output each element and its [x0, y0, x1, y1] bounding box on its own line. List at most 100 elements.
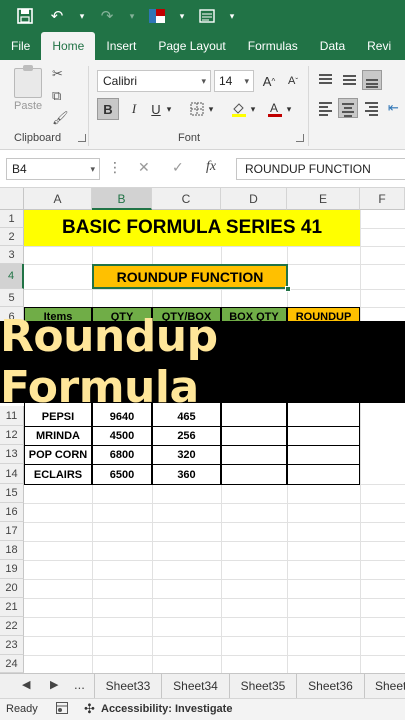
row-header-2[interactable]: 2: [0, 228, 24, 246]
borders-dropdown-icon[interactable]: ▾: [206, 98, 216, 120]
copy-icon[interactable]: ⧉: [52, 88, 61, 104]
tab-data[interactable]: Data: [309, 32, 356, 60]
cancel-icon[interactable]: ✕: [138, 159, 150, 176]
name-box[interactable]: B4 ▾: [6, 158, 100, 180]
column-header-f[interactable]: F: [360, 188, 405, 210]
row-header-17[interactable]: 17: [0, 522, 24, 541]
row-header-12[interactable]: 12: [0, 426, 24, 445]
sheet-title[interactable]: BASIC FORMULA SERIES 41: [24, 210, 360, 246]
row-header-1[interactable]: 1: [0, 210, 24, 228]
table-cell-item[interactable]: MRINDA: [24, 426, 92, 446]
row-header-13[interactable]: 13: [0, 445, 24, 464]
formula-bar-options-icon[interactable]: ⋮: [108, 159, 122, 176]
column-header-b[interactable]: B: [92, 188, 152, 210]
row-header-24[interactable]: 24: [0, 655, 24, 673]
align-top-icon[interactable]: [316, 70, 336, 90]
table-cell-item[interactable]: ECLAIRS: [24, 464, 92, 485]
more-sheets-button[interactable]: ...: [74, 677, 85, 692]
row-header-18[interactable]: 18: [0, 541, 24, 560]
table-cell-qty[interactable]: 4500: [92, 426, 152, 446]
formula-input[interactable]: ROUNDUP FUNCTION: [236, 158, 405, 180]
redo-icon[interactable]: ↷: [96, 5, 118, 27]
macro-record-icon[interactable]: [56, 702, 68, 717]
row-header-5[interactable]: 5: [0, 289, 24, 307]
table-cell-item[interactable]: POP CORN: [24, 445, 92, 465]
fill-color-dropdown-icon[interactable]: ▾: [248, 98, 258, 120]
table-cell-box-qty[interactable]: [221, 426, 287, 446]
sheet-tab[interactable]: Sheet33: [94, 674, 161, 699]
italic-button[interactable]: I: [123, 98, 145, 120]
fill-color-icon[interactable]: [228, 98, 250, 120]
select-all-corner[interactable]: [0, 188, 24, 210]
insert-function-icon[interactable]: fx: [206, 159, 216, 175]
selected-cell-b4[interactable]: ROUNDUP FUNCTION: [92, 264, 288, 289]
align-middle-icon[interactable]: [340, 70, 360, 90]
tab-page-layout[interactable]: Page Layout: [147, 32, 236, 60]
paste-icon[interactable]: [14, 65, 42, 98]
underline-dropdown-icon[interactable]: ▾: [164, 98, 174, 120]
font-color-icon[interactable]: A: [264, 98, 286, 120]
color-palette-icon[interactable]: [146, 5, 168, 27]
row-header-3[interactable]: 3: [0, 246, 24, 264]
tab-insert[interactable]: Insert: [95, 32, 147, 60]
row-header-21[interactable]: 21: [0, 598, 24, 617]
column-header-e[interactable]: E: [287, 188, 360, 210]
form-icon[interactable]: [196, 5, 218, 27]
borders-icon[interactable]: [186, 98, 208, 120]
font-color-dropdown-icon[interactable]: ▾: [284, 98, 294, 120]
format-painter-icon[interactable]: 🖌: [52, 110, 69, 126]
decrease-font-size-icon[interactable]: Aˇ: [282, 70, 304, 92]
column-header-a[interactable]: A: [24, 188, 92, 210]
table-cell-qty-box[interactable]: 256: [152, 426, 221, 446]
undo-icon[interactable]: ↶: [46, 5, 68, 27]
font-family-select[interactable]: Calibri ▾: [97, 70, 211, 92]
accessibility-icon[interactable]: ✣: [84, 701, 95, 717]
palette-dropdown-icon[interactable]: ▾: [178, 5, 186, 27]
tab-home[interactable]: Home: [41, 32, 96, 60]
table-cell-box-qty[interactable]: [221, 464, 287, 485]
sheet-tab[interactable]: Sheet36: [296, 674, 364, 699]
tab-formulas[interactable]: Formulas: [237, 32, 309, 60]
sheet-tab[interactable]: Sheet34: [161, 674, 229, 699]
table-cell-roundup[interactable]: [287, 464, 360, 485]
scroll-left-icon[interactable]: ◀: [22, 678, 30, 691]
indent-icon[interactable]: ⇤: [388, 100, 399, 116]
customize-qat-icon[interactable]: ▾: [228, 5, 236, 27]
enter-icon[interactable]: ✓: [172, 159, 184, 176]
row-header-23[interactable]: 23: [0, 636, 24, 655]
row-header-4[interactable]: 4: [0, 264, 24, 289]
column-header-d[interactable]: D: [221, 188, 287, 210]
spreadsheet-grid[interactable]: A B C D E F 1 2 3 4 5 6 11 12 13 14 15 1…: [0, 188, 405, 673]
row-header-22[interactable]: 22: [0, 617, 24, 636]
font-size-select[interactable]: 14 ▾: [214, 70, 254, 92]
row-header-15[interactable]: 15: [0, 484, 24, 503]
align-right-icon[interactable]: [362, 98, 382, 118]
font-launcher-icon[interactable]: [296, 134, 304, 142]
column-header-c[interactable]: C: [152, 188, 221, 210]
align-bottom-icon[interactable]: [362, 70, 382, 90]
table-cell-box-qty[interactable]: [221, 445, 287, 465]
clipboard-launcher-icon[interactable]: [78, 134, 86, 142]
table-cell-qty-box[interactable]: 360: [152, 464, 221, 485]
row-header-14[interactable]: 14: [0, 464, 24, 484]
cut-icon[interactable]: ✂: [52, 66, 63, 82]
align-center-icon[interactable]: [338, 98, 358, 118]
sheet-tab[interactable]: Sheet35: [229, 674, 296, 699]
row-header-16[interactable]: 16: [0, 503, 24, 522]
row-header-20[interactable]: 20: [0, 579, 24, 598]
scroll-right-icon[interactable]: ▶: [50, 678, 58, 691]
tab-review[interactable]: Revi: [356, 32, 402, 60]
accessibility-status[interactable]: Accessibility: Investigate: [101, 703, 232, 715]
fill-handle[interactable]: [285, 286, 291, 292]
undo-dropdown-icon[interactable]: ▾: [78, 5, 86, 27]
redo-dropdown-icon[interactable]: ▾: [128, 5, 136, 27]
table-cell-qty[interactable]: 6800: [92, 445, 152, 465]
bold-button[interactable]: B: [97, 98, 119, 120]
save-icon[interactable]: [14, 5, 36, 27]
table-cell-roundup[interactable]: [287, 445, 360, 465]
increase-font-size-icon[interactable]: A ^: [258, 70, 280, 92]
table-cell-roundup[interactable]: [287, 426, 360, 446]
align-left-icon[interactable]: [316, 98, 336, 118]
tab-file[interactable]: File: [0, 32, 41, 60]
sheet-tab[interactable]: Sheet: [364, 674, 405, 699]
